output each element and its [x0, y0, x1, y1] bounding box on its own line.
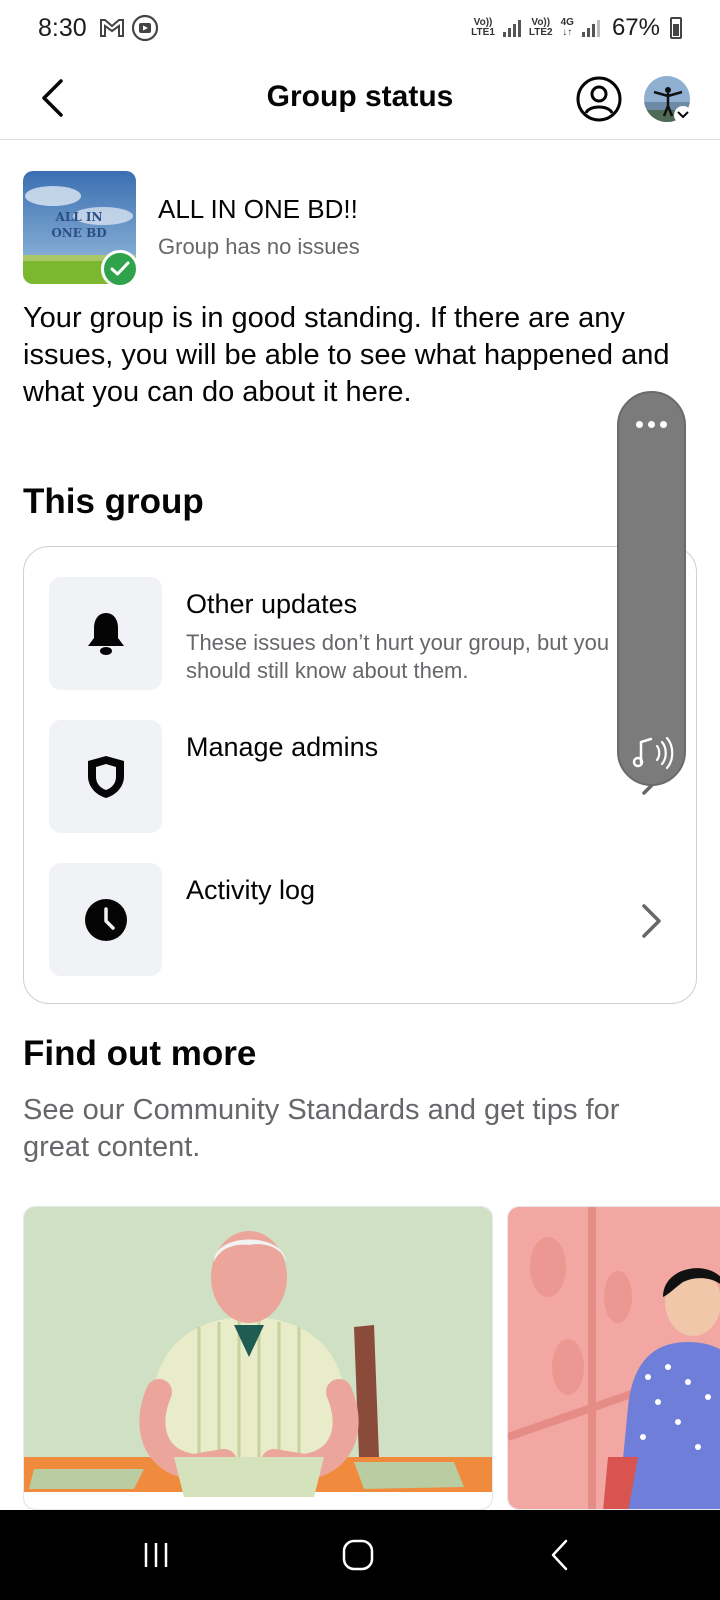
chevron-down-icon [677, 111, 689, 119]
notification-icons [99, 14, 159, 42]
illustration-woman-reading [508, 1207, 720, 1509]
more-options-icon[interactable] [619, 421, 684, 428]
signal-icon-2 [581, 19, 600, 37]
home-icon [342, 1539, 374, 1571]
group-name: ALL IN ONE BD!! [158, 194, 358, 224]
sim2-lte: LTE2 [528, 27, 553, 38]
network-indicator: 4G ↓↑ [560, 17, 574, 38]
cover-text-1: ALL IN [55, 210, 103, 224]
battery-percent: 67% [611, 14, 660, 41]
recent-apps-icon [144, 1543, 168, 1567]
section-subtitle: See our Community Standards and get tips… [23, 1094, 620, 1163]
media-icon [131, 14, 158, 42]
system-icons: Vo)) LTE1 Vo)) LTE2 4G ↓↑ 67% [471, 14, 682, 42]
bell-icon [87, 612, 124, 655]
cover-text-2: ONE BD [51, 226, 106, 240]
shield-icon [87, 755, 124, 798]
other-updates-row[interactable]: Other updates These issues don’t hurt yo… [24, 577, 696, 693]
profile-button[interactable] [576, 76, 622, 122]
recent-apps-button[interactable] [126, 1530, 186, 1580]
system-back-button[interactable] [530, 1530, 590, 1580]
floating-sound-widget[interactable] [617, 391, 686, 786]
battery-icon [670, 17, 682, 39]
chevron-right-icon [642, 904, 661, 938]
music-sound-icon[interactable] [631, 734, 675, 770]
signal-icon [502, 19, 521, 37]
activity-log-row[interactable]: Activity log [24, 863, 696, 979]
account-switch-button[interactable] [674, 106, 692, 124]
sim1-lte: LTE1 [471, 27, 495, 38]
shield-icon-container [49, 720, 162, 833]
gmail-icon [99, 19, 124, 37]
row-title: Manage admins [186, 732, 379, 762]
manage-admins-row[interactable]: Manage admins [24, 720, 696, 836]
status-bar: 8:30 Vo)) LTE1 Vo)) LTE2 4G ↓↑ 67% [0, 0, 720, 56]
group-options-card: Other updates These issues don’t hurt yo… [23, 546, 697, 1004]
group-status-text: Group has no issues [158, 234, 360, 259]
community-standards-card[interactable] [23, 1206, 493, 1510]
app-header: Group status [0, 56, 720, 140]
section-title-find-out-more: Find out more [23, 1034, 257, 1073]
sim1-indicator: Vo)) LTE1 [471, 18, 495, 38]
check-badge-icon [101, 250, 139, 288]
back-icon [551, 1539, 568, 1571]
row-title: Other updates [186, 589, 358, 619]
user-circle-icon [576, 76, 622, 122]
home-button[interactable] [328, 1530, 388, 1580]
illustration-man-at-desk [24, 1207, 492, 1509]
status-time: 8:30 [38, 13, 87, 42]
row-title: Activity log [186, 875, 316, 905]
bell-icon-container [49, 577, 162, 690]
row-description: These issues don’t hurt your group, but … [186, 630, 610, 683]
sim2-indicator: Vo)) LTE2 [529, 18, 553, 38]
content-tips-card[interactable] [507, 1206, 720, 1510]
standing-message: Your group is in good standing. If there… [23, 302, 670, 408]
clock-icon [84, 898, 127, 941]
system-nav-bar [0, 1510, 720, 1600]
section-title-this-group: This group [23, 482, 204, 521]
clock-icon-container [49, 863, 162, 976]
